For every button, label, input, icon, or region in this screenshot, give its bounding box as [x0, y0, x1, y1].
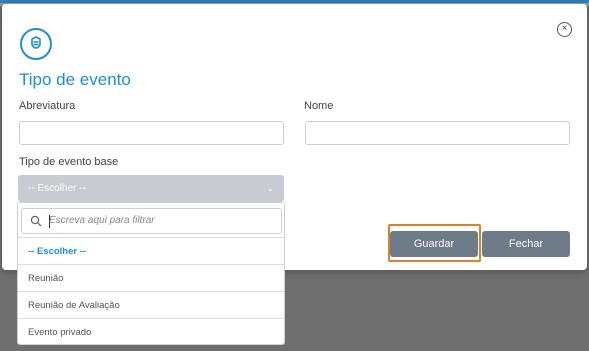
abbreviation-label: Abreviatura — [19, 100, 76, 112]
dropdown-option[interactable]: Reunião — [18, 264, 284, 291]
dropdown-option[interactable]: -- Escolher -- — [18, 237, 284, 264]
base-event-type-select[interactable]: -- Escolher -- ⌄ — [18, 175, 284, 202]
close-icon[interactable]: × — [557, 22, 572, 37]
modal-title: Tipo de evento — [19, 70, 131, 89]
dropdown-search-input[interactable]: Escreva aqui para filtrar — [21, 208, 282, 234]
select-value: -- Escolher -- — [28, 183, 86, 194]
name-label: Nome — [304, 100, 334, 112]
dropdown-option[interactable]: Reunião de Avaliação — [18, 291, 284, 318]
dropdown-option[interactable]: Evento privado — [18, 318, 284, 345]
base-event-type-label: Tipo de evento base — [19, 156, 119, 168]
background-header-bar — [0, 0, 589, 3]
app-logo-icon — [20, 28, 52, 60]
save-button[interactable]: Guardar — [390, 231, 478, 257]
abbreviation-input[interactable] — [19, 121, 284, 145]
close-button[interactable]: Fechar — [482, 231, 570, 257]
search-icon — [30, 215, 42, 227]
chevron-down-icon: ⌄ — [266, 183, 274, 193]
base-event-type-dropdown: Escreva aqui para filtrar -- Escolher --… — [17, 202, 285, 345]
search-placeholder: Escreva aqui para filtrar — [49, 215, 155, 226]
name-input[interactable] — [305, 121, 570, 145]
